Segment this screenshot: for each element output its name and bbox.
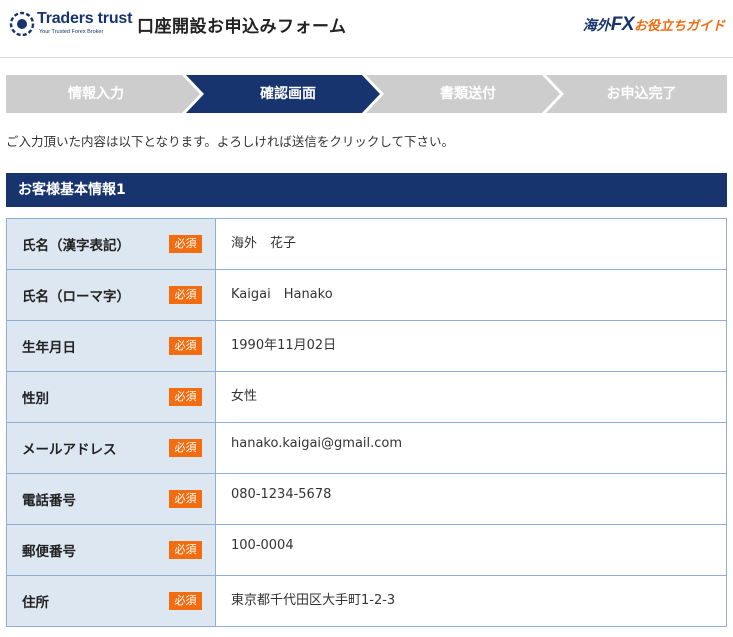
required-badge: 必須	[169, 337, 202, 355]
field-label-text: 生年月日	[22, 340, 76, 356]
field-label: 氏名（ローマ字） 必須	[6, 269, 216, 321]
table-row-address: 住所 必須 東京都千代田区大手町1-2-3	[6, 575, 727, 627]
table-row-email: メールアドレス 必須 hanako.kaigai@gmail.com	[6, 422, 727, 474]
required-badge: 必須	[169, 286, 202, 304]
step-documents: 書類送付	[366, 75, 562, 113]
page-title: 口座開設お申込みフォーム	[137, 17, 347, 37]
field-value: 女性	[215, 371, 727, 423]
field-label: 電話番号 必須	[6, 473, 216, 525]
field-label-text: 性別	[22, 391, 49, 407]
confirmation-table: 氏名（漢字表記） 必須 海外 花子 氏名（ローマ字） 必須 Kaigai Hanak…	[6, 218, 727, 627]
table-row-name-kanji: 氏名（漢字表記） 必須 海外 花子	[6, 218, 727, 270]
table-row-name-romaji: 氏名（ローマ字） 必須 Kaigai Hanako	[6, 269, 727, 321]
field-value: hanako.kaigai@gmail.com	[215, 422, 727, 474]
step-label: お申込完了	[606, 86, 677, 102]
progress-steps: 情報入力 確認画面 書類送付 お申込完了	[6, 75, 727, 113]
field-label: 氏名（漢字表記） 必須	[6, 218, 216, 270]
step-label: 情報入力	[68, 86, 124, 102]
field-value: 東京都千代田区大手町1-2-3	[215, 575, 727, 627]
required-badge: 必須	[169, 592, 202, 610]
field-label-text: 氏名（漢字表記）	[22, 238, 130, 254]
table-row-postal-code: 郵便番号 必須 100-0004	[6, 524, 727, 576]
step-label: 書類送付	[440, 86, 496, 102]
section-title: お客様基本情報1	[6, 173, 727, 207]
step-input: 情報入力	[6, 75, 202, 113]
brand-tagline: Your Trusted Forex Broker	[39, 29, 104, 35]
field-label-text: 住所	[22, 595, 49, 611]
field-value: 1990年11月02日	[215, 320, 727, 372]
field-label-text: 氏名（ローマ字）	[22, 289, 130, 305]
table-row-birthdate: 生年月日 必須 1990年11月02日	[6, 320, 727, 372]
guide-logo-part2: FX	[610, 14, 635, 35]
guide-logo-part1: 海外	[582, 17, 611, 33]
required-badge: 必須	[169, 388, 202, 406]
globe-icon	[9, 11, 35, 37]
field-label: 住所 必須	[6, 575, 216, 627]
page-header: Traders trust Your Trusted Forex Broker …	[0, 0, 733, 58]
required-badge: 必須	[169, 439, 202, 457]
traders-trust-logo[interactable]: Traders trust Your Trusted Forex Broker	[9, 10, 132, 38]
table-row-phone: 電話番号 必須 080-1234-5678	[6, 473, 727, 525]
field-value: Kaigai Hanako	[215, 269, 727, 321]
step-label: 確認画面	[260, 86, 316, 102]
field-label: メールアドレス 必須	[6, 422, 216, 474]
step-complete: お申込完了	[546, 75, 727, 113]
required-badge: 必須	[169, 235, 202, 253]
guide-logo-part3: お役立ちガイド	[633, 18, 725, 33]
field-label-text: 電話番号	[22, 493, 76, 509]
table-row-gender: 性別 必須 女性	[6, 371, 727, 423]
field-value: 080-1234-5678	[215, 473, 727, 525]
guide-site-logo[interactable]: 海外FXお役立ちガイド	[583, 14, 725, 36]
required-badge: 必須	[169, 490, 202, 508]
field-value: 100-0004	[215, 524, 727, 576]
required-badge: 必須	[169, 541, 202, 559]
field-label: 性別 必須	[6, 371, 216, 423]
field-label: 生年月日 必須	[6, 320, 216, 372]
confirmation-notice: ご入力頂いた内容は以下となります。よろしければ送信をクリックして下さい。	[6, 134, 455, 149]
field-label-text: メールアドレス	[22, 442, 117, 458]
brand-name: Traders trust	[37, 10, 133, 27]
field-value: 海外 花子	[215, 218, 727, 270]
step-confirm: 確認画面	[186, 75, 382, 113]
field-label-text: 郵便番号	[22, 544, 76, 560]
field-label: 郵便番号 必須	[6, 524, 216, 576]
